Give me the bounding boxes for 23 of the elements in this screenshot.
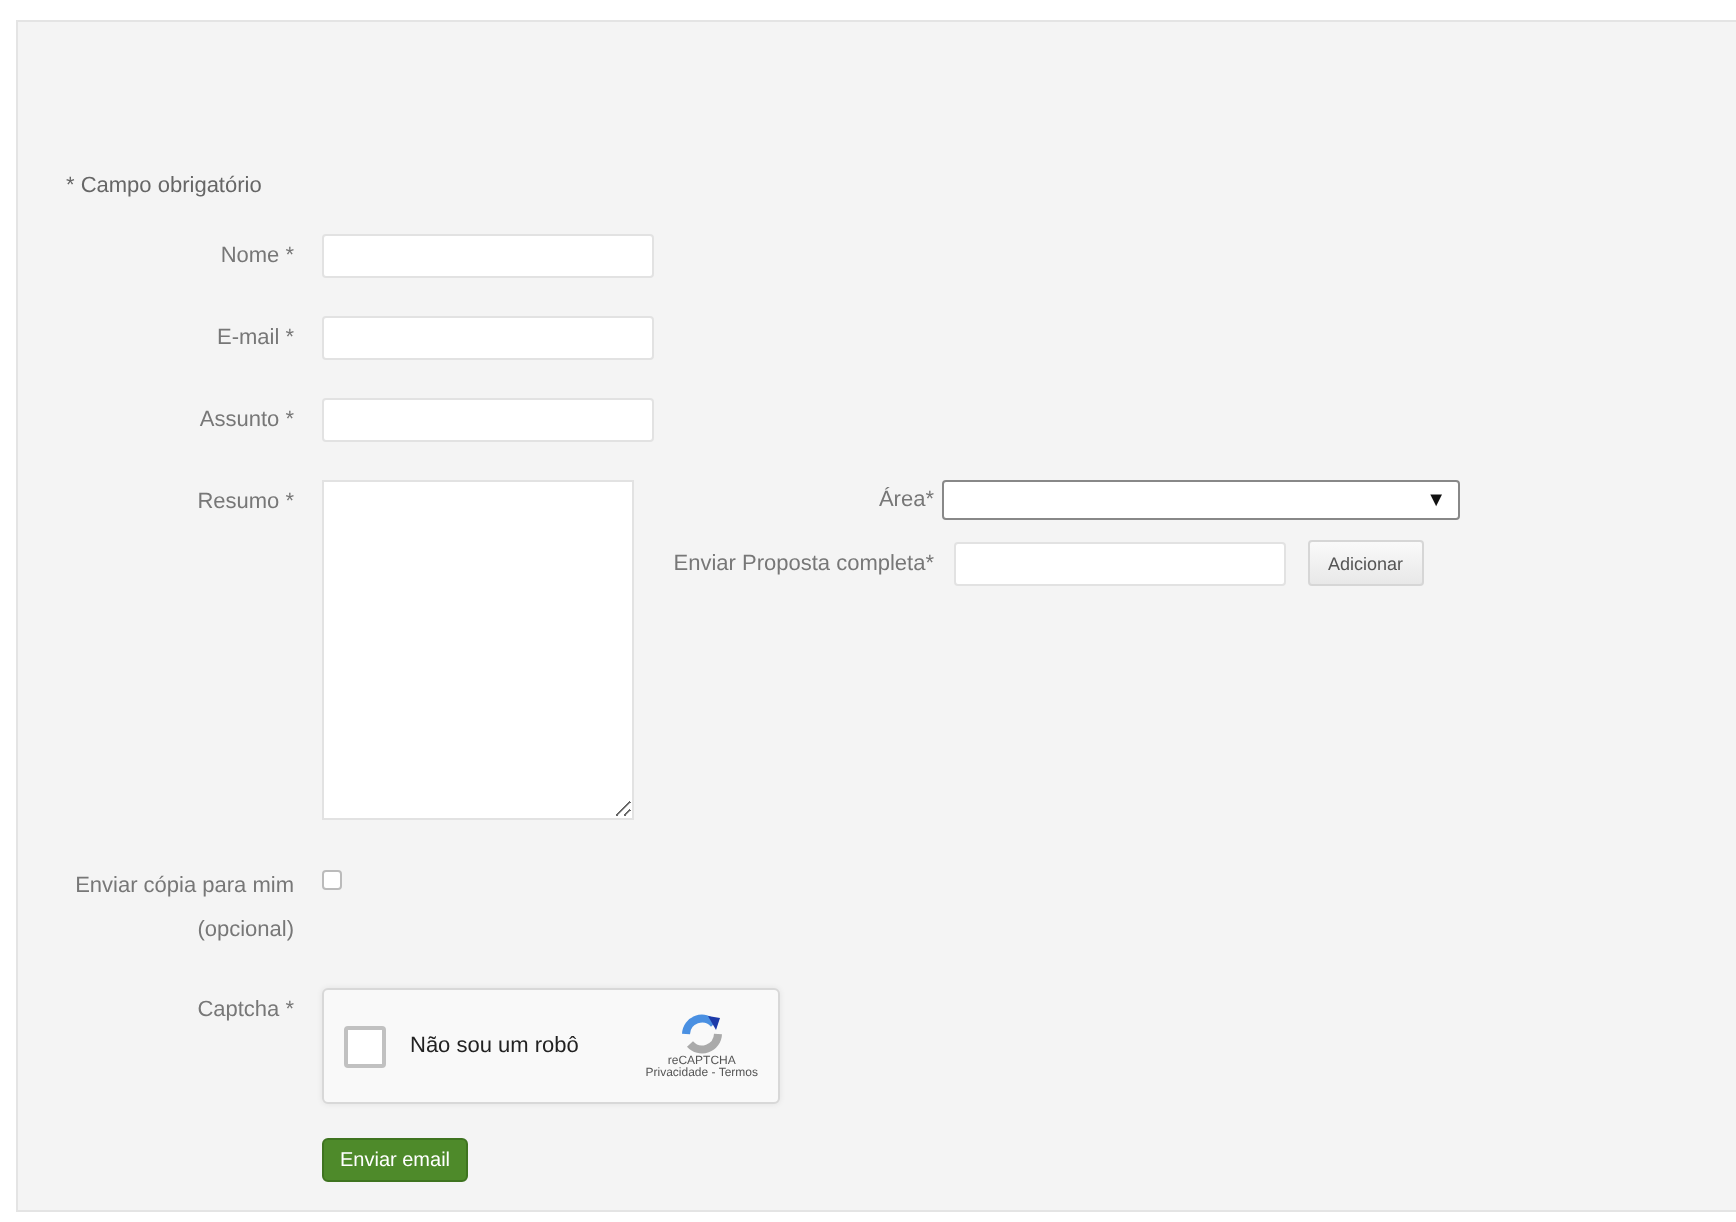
field-label: Captcha * [195,996,294,1024]
optional-note: (opcional) [197,918,294,942]
dropdown-arrow: ▼ [1426,489,1446,511]
recaptcha-icon [677,1012,726,1056]
text-field[interactable] [322,398,654,442]
required-note: * Campo obrigatório [66,174,264,198]
field-label: Enviar Proposta completa* [671,551,934,575]
captcha-checkbox[interactable] [344,1025,386,1067]
file-field[interactable] [954,541,1286,585]
summary-field[interactable] [322,480,634,820]
field-label: Assunto * [197,406,294,434]
add-button[interactable]: Adicionar [1308,540,1424,586]
copy-checkbox[interactable] [322,870,342,890]
area-select[interactable]: ▼ [942,480,1460,520]
field-label: Resumo * [195,488,294,516]
text-field[interactable] [322,234,654,278]
send-email-button[interactable]: Enviar email [322,1138,469,1182]
captcha-text: Não sou um robô [410,1034,581,1058]
field-label: Nome * [218,242,294,270]
text-field[interactable] [322,316,654,360]
field-label: Enviar cópia para mim [75,874,294,898]
field-label: E-mail * [214,324,294,352]
field-label: Área* [876,488,934,512]
